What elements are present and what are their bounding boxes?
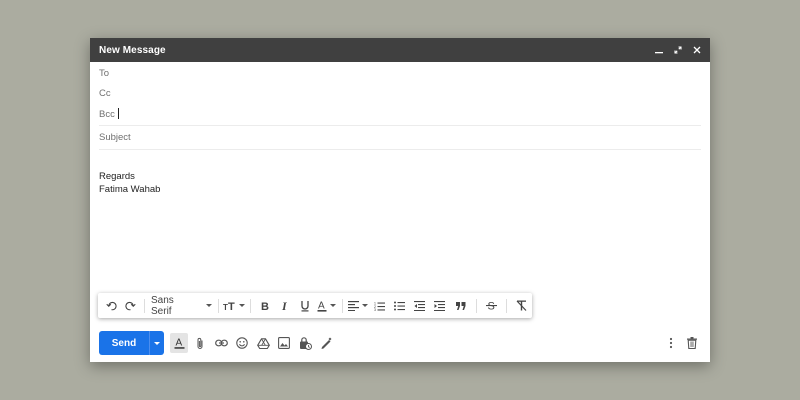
link-icon[interactable] bbox=[212, 333, 230, 353]
svg-text:A: A bbox=[318, 300, 325, 311]
subject-input[interactable]: Subject bbox=[99, 132, 131, 143]
svg-text:3: 3 bbox=[374, 308, 376, 311]
undo-icon[interactable] bbox=[102, 293, 121, 318]
formatting-options-icon[interactable]: A bbox=[170, 333, 188, 353]
italic-icon[interactable]: I bbox=[275, 293, 295, 318]
svg-text:B: B bbox=[261, 301, 269, 311]
window-controls bbox=[654, 45, 702, 55]
cc-field[interactable]: Cc bbox=[99, 88, 111, 99]
toolbar-separator bbox=[506, 298, 508, 313]
svg-text:I: I bbox=[281, 300, 288, 311]
align-icon[interactable] bbox=[347, 293, 370, 318]
quote-icon[interactable] bbox=[449, 293, 472, 318]
send-label[interactable]: Send bbox=[99, 331, 150, 355]
signature-line-1: Regards bbox=[99, 171, 135, 182]
message-body[interactable]: Regards Fatima Wahab bbox=[99, 170, 160, 196]
underline-icon[interactable] bbox=[295, 293, 315, 318]
photo-icon[interactable] bbox=[275, 333, 293, 353]
bulleted-list-icon[interactable] bbox=[389, 293, 409, 318]
chevron-down-icon bbox=[154, 341, 160, 345]
redo-icon[interactable] bbox=[121, 293, 140, 318]
more-options-icon[interactable] bbox=[662, 333, 680, 353]
schedule-send-dropdown[interactable] bbox=[150, 331, 164, 355]
signature-line-2: Fatima Wahab bbox=[99, 184, 161, 195]
font-family-select[interactable]: Sans Serif bbox=[149, 293, 214, 318]
to-field[interactable]: To bbox=[99, 68, 109, 79]
chevron-down-icon bbox=[239, 304, 246, 307]
formatting-toolbar: Sans Serif TT B I A 123 S bbox=[98, 293, 532, 318]
compose-titlebar[interactable]: New Message bbox=[90, 38, 710, 62]
emoji-icon[interactable] bbox=[233, 333, 251, 353]
divider bbox=[99, 125, 701, 126]
remove-formatting-icon[interactable] bbox=[511, 293, 532, 318]
text-color-icon[interactable]: A bbox=[315, 293, 338, 318]
toolbar-separator bbox=[341, 298, 343, 313]
drive-icon[interactable] bbox=[254, 333, 272, 353]
expand-icon[interactable] bbox=[673, 45, 683, 55]
toolbar-separator bbox=[218, 298, 220, 313]
bcc-label: Bcc bbox=[99, 109, 115, 120]
toolbar-separator bbox=[249, 298, 251, 313]
chevron-down-icon bbox=[206, 304, 213, 307]
compose-window: New Message To Cc Bcc Subject Regards Fa… bbox=[90, 38, 710, 362]
close-icon[interactable] bbox=[692, 45, 702, 55]
send-button[interactable]: Send bbox=[99, 331, 164, 355]
chevron-down-icon bbox=[361, 304, 368, 307]
svg-text:T: T bbox=[228, 301, 235, 311]
confidential-icon[interactable] bbox=[296, 333, 314, 353]
font-size-icon[interactable]: TT bbox=[223, 293, 246, 318]
indent-less-icon[interactable] bbox=[409, 293, 429, 318]
attach-icon[interactable] bbox=[191, 333, 209, 353]
toolbar-separator bbox=[144, 298, 146, 313]
minimize-icon[interactable] bbox=[654, 45, 664, 55]
strikethrough-icon[interactable]: S bbox=[481, 293, 502, 318]
bold-icon[interactable]: B bbox=[255, 293, 275, 318]
signature-icon[interactable] bbox=[317, 333, 335, 353]
font-name: Sans Serif bbox=[151, 294, 174, 317]
indent-more-icon[interactable] bbox=[429, 293, 449, 318]
trash-icon[interactable] bbox=[683, 333, 701, 353]
compose-title: New Message bbox=[99, 44, 166, 56]
numbered-list-icon[interactable]: 123 bbox=[369, 293, 389, 318]
bcc-field[interactable]: Bcc bbox=[99, 108, 119, 120]
divider bbox=[99, 149, 701, 150]
toolbar-separator bbox=[476, 298, 478, 313]
text-cursor bbox=[117, 108, 119, 119]
svg-text:A: A bbox=[175, 338, 182, 349]
chevron-down-icon bbox=[329, 304, 336, 307]
compose-bottom-bar: Send A bbox=[99, 331, 701, 355]
